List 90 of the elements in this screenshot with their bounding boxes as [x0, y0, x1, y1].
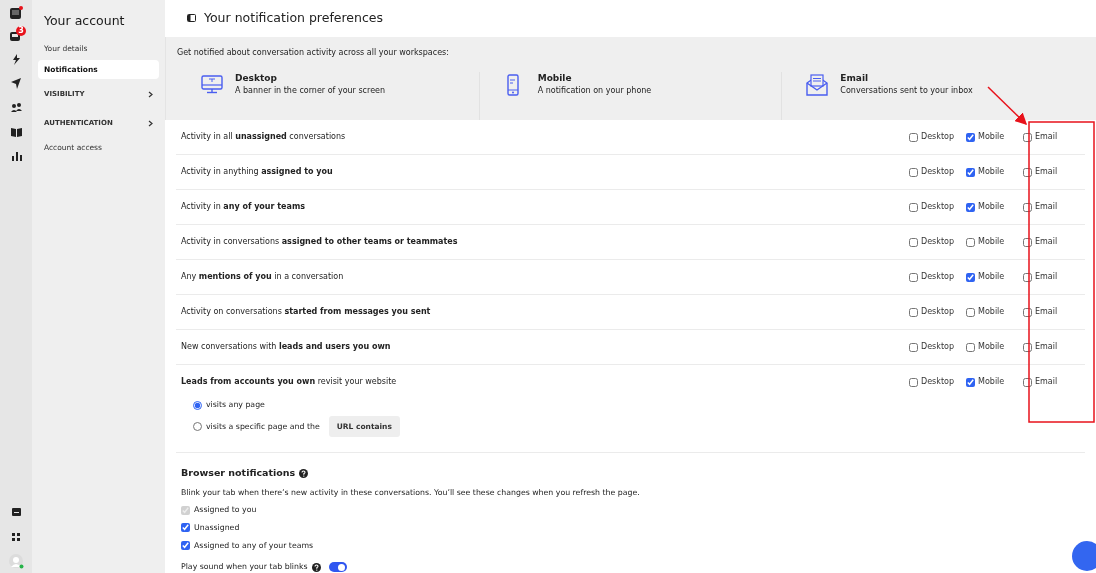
- checkbox[interactable]: [909, 342, 918, 352]
- checkbox[interactable]: [966, 237, 975, 247]
- checkbox-label: Desktop: [921, 271, 954, 284]
- checkbox[interactable]: [909, 377, 918, 387]
- checkbox-label: Desktop: [921, 341, 954, 354]
- checkbox[interactable]: [966, 202, 975, 212]
- people-icon[interactable]: [10, 102, 22, 113]
- notification-count: 3: [16, 26, 26, 36]
- checkbox[interactable]: [966, 272, 975, 282]
- rule-text: Activity in anything assigned to you: [181, 166, 334, 179]
- channel-description: Conversations sent to your inbox: [840, 85, 973, 98]
- checkbox-label: Desktop: [921, 376, 954, 389]
- checkbox-label: Desktop: [921, 306, 954, 319]
- checkbox-label: Mobile: [978, 341, 1005, 354]
- checkbox-label: Desktop: [921, 201, 954, 214]
- book-icon[interactable]: [10, 126, 22, 137]
- checkbox[interactable]: [909, 272, 918, 282]
- checkbox-label: Email: [1035, 201, 1058, 214]
- checkbox-label: Desktop: [921, 166, 954, 179]
- rule-text: Activity in conversations assigned to other teams or teammates: [181, 236, 459, 249]
- lightning-icon[interactable]: [10, 54, 22, 65]
- checkbox[interactable]: [1023, 272, 1032, 282]
- rule-text: Leads from accounts you own revisit your website: [181, 376, 398, 389]
- chat-launcher-button[interactable]: [1072, 541, 1096, 571]
- sidebar-title: Your account: [44, 12, 126, 30]
- checkbox-label: Email: [1035, 306, 1058, 319]
- checkbox-label: Email: [1035, 271, 1058, 284]
- paper-plane-icon[interactable]: [10, 78, 22, 89]
- radio-button[interactable]: [193, 422, 202, 432]
- checkbox-label: Mobile: [978, 236, 1005, 249]
- radio-button[interactable]: [193, 400, 202, 410]
- checkbox[interactable]: [1023, 377, 1032, 387]
- checkbox-label: Email: [1035, 236, 1058, 249]
- checkbox[interactable]: [1023, 342, 1032, 352]
- checkbox[interactable]: [966, 132, 975, 142]
- checkbox-label: Email: [1035, 341, 1058, 354]
- checkbox-label: Email: [1035, 376, 1058, 389]
- chevron-right-icon: [148, 91, 153, 98]
- checkbox-label: Desktop: [921, 131, 954, 144]
- checkbox[interactable]: [1023, 307, 1032, 317]
- checkbox-label: Email: [1035, 166, 1058, 179]
- rule-text: Any mentions of you in a conversation: [181, 271, 345, 284]
- checkbox-label: Email: [1035, 131, 1058, 144]
- checkbox-label: Mobile: [978, 131, 1005, 144]
- rule-text: Activity on conversations started from messages you sent: [181, 306, 432, 319]
- checkbox[interactable]: [966, 307, 975, 317]
- checkbox[interactable]: [966, 342, 975, 352]
- annotation-arrow: [987, 86, 1028, 126]
- channel-name: Mobile: [537, 71, 573, 85]
- checkbox-label: Mobile: [978, 166, 1005, 179]
- checkbox[interactable]: [966, 377, 975, 387]
- checkbox[interactable]: [966, 167, 975, 177]
- checkbox-label: Mobile: [978, 306, 1005, 319]
- channel-name: Desktop: [235, 71, 278, 85]
- checkbox[interactable]: [909, 202, 918, 212]
- section-title: Browser notifications: [181, 466, 296, 481]
- checkbox[interactable]: [181, 540, 190, 550]
- intro-text: Get notified about conversation activity across all your workspaces:: [177, 46, 450, 59]
- checkbox[interactable]: [909, 167, 918, 177]
- rule-text: New conversations with leads and users you own: [181, 341, 392, 354]
- checkbox[interactable]: [1023, 237, 1032, 247]
- checkbox[interactable]: [1023, 167, 1032, 177]
- logo-icon[interactable]: [9, 6, 23, 20]
- chevron-right-icon: [148, 119, 153, 127]
- checkbox[interactable]: [909, 132, 918, 142]
- page-title: Your notification preferences: [204, 9, 384, 27]
- email-icon: [806, 73, 829, 96]
- checkbox[interactable]: [909, 237, 918, 247]
- apps-grid-icon[interactable]: [11, 532, 21, 542]
- rule-text: Activity in any of your teams: [181, 201, 307, 214]
- message-icon[interactable]: [10, 507, 22, 518]
- checkbox[interactable]: [909, 307, 918, 317]
- sound-toggle[interactable]: [328, 562, 347, 573]
- checkbox[interactable]: [1023, 132, 1032, 142]
- checkbox-label: Mobile: [978, 271, 1005, 284]
- desktop-icon: [201, 73, 223, 96]
- checkbox-label: Desktop: [921, 236, 954, 249]
- channel-description: A notification on your phone: [537, 85, 652, 98]
- avatar-icon[interactable]: [8, 554, 24, 569]
- checkbox[interactable]: [1023, 202, 1032, 212]
- checkbox[interactable]: [181, 523, 190, 533]
- checkbox-label: Mobile: [978, 376, 1005, 389]
- checkbox-label: Mobile: [978, 201, 1005, 214]
- channel-name: Email: [840, 71, 870, 85]
- help-icon[interactable]: [299, 468, 309, 478]
- channel-description: A banner in the corner of your screen: [235, 85, 386, 98]
- bar-chart-icon[interactable]: [10, 150, 22, 161]
- rule-text: Activity in all unassigned conversations: [181, 131, 347, 144]
- sidebar-toggle-icon[interactable]: [187, 14, 196, 23]
- help-icon[interactable]: [311, 562, 321, 572]
